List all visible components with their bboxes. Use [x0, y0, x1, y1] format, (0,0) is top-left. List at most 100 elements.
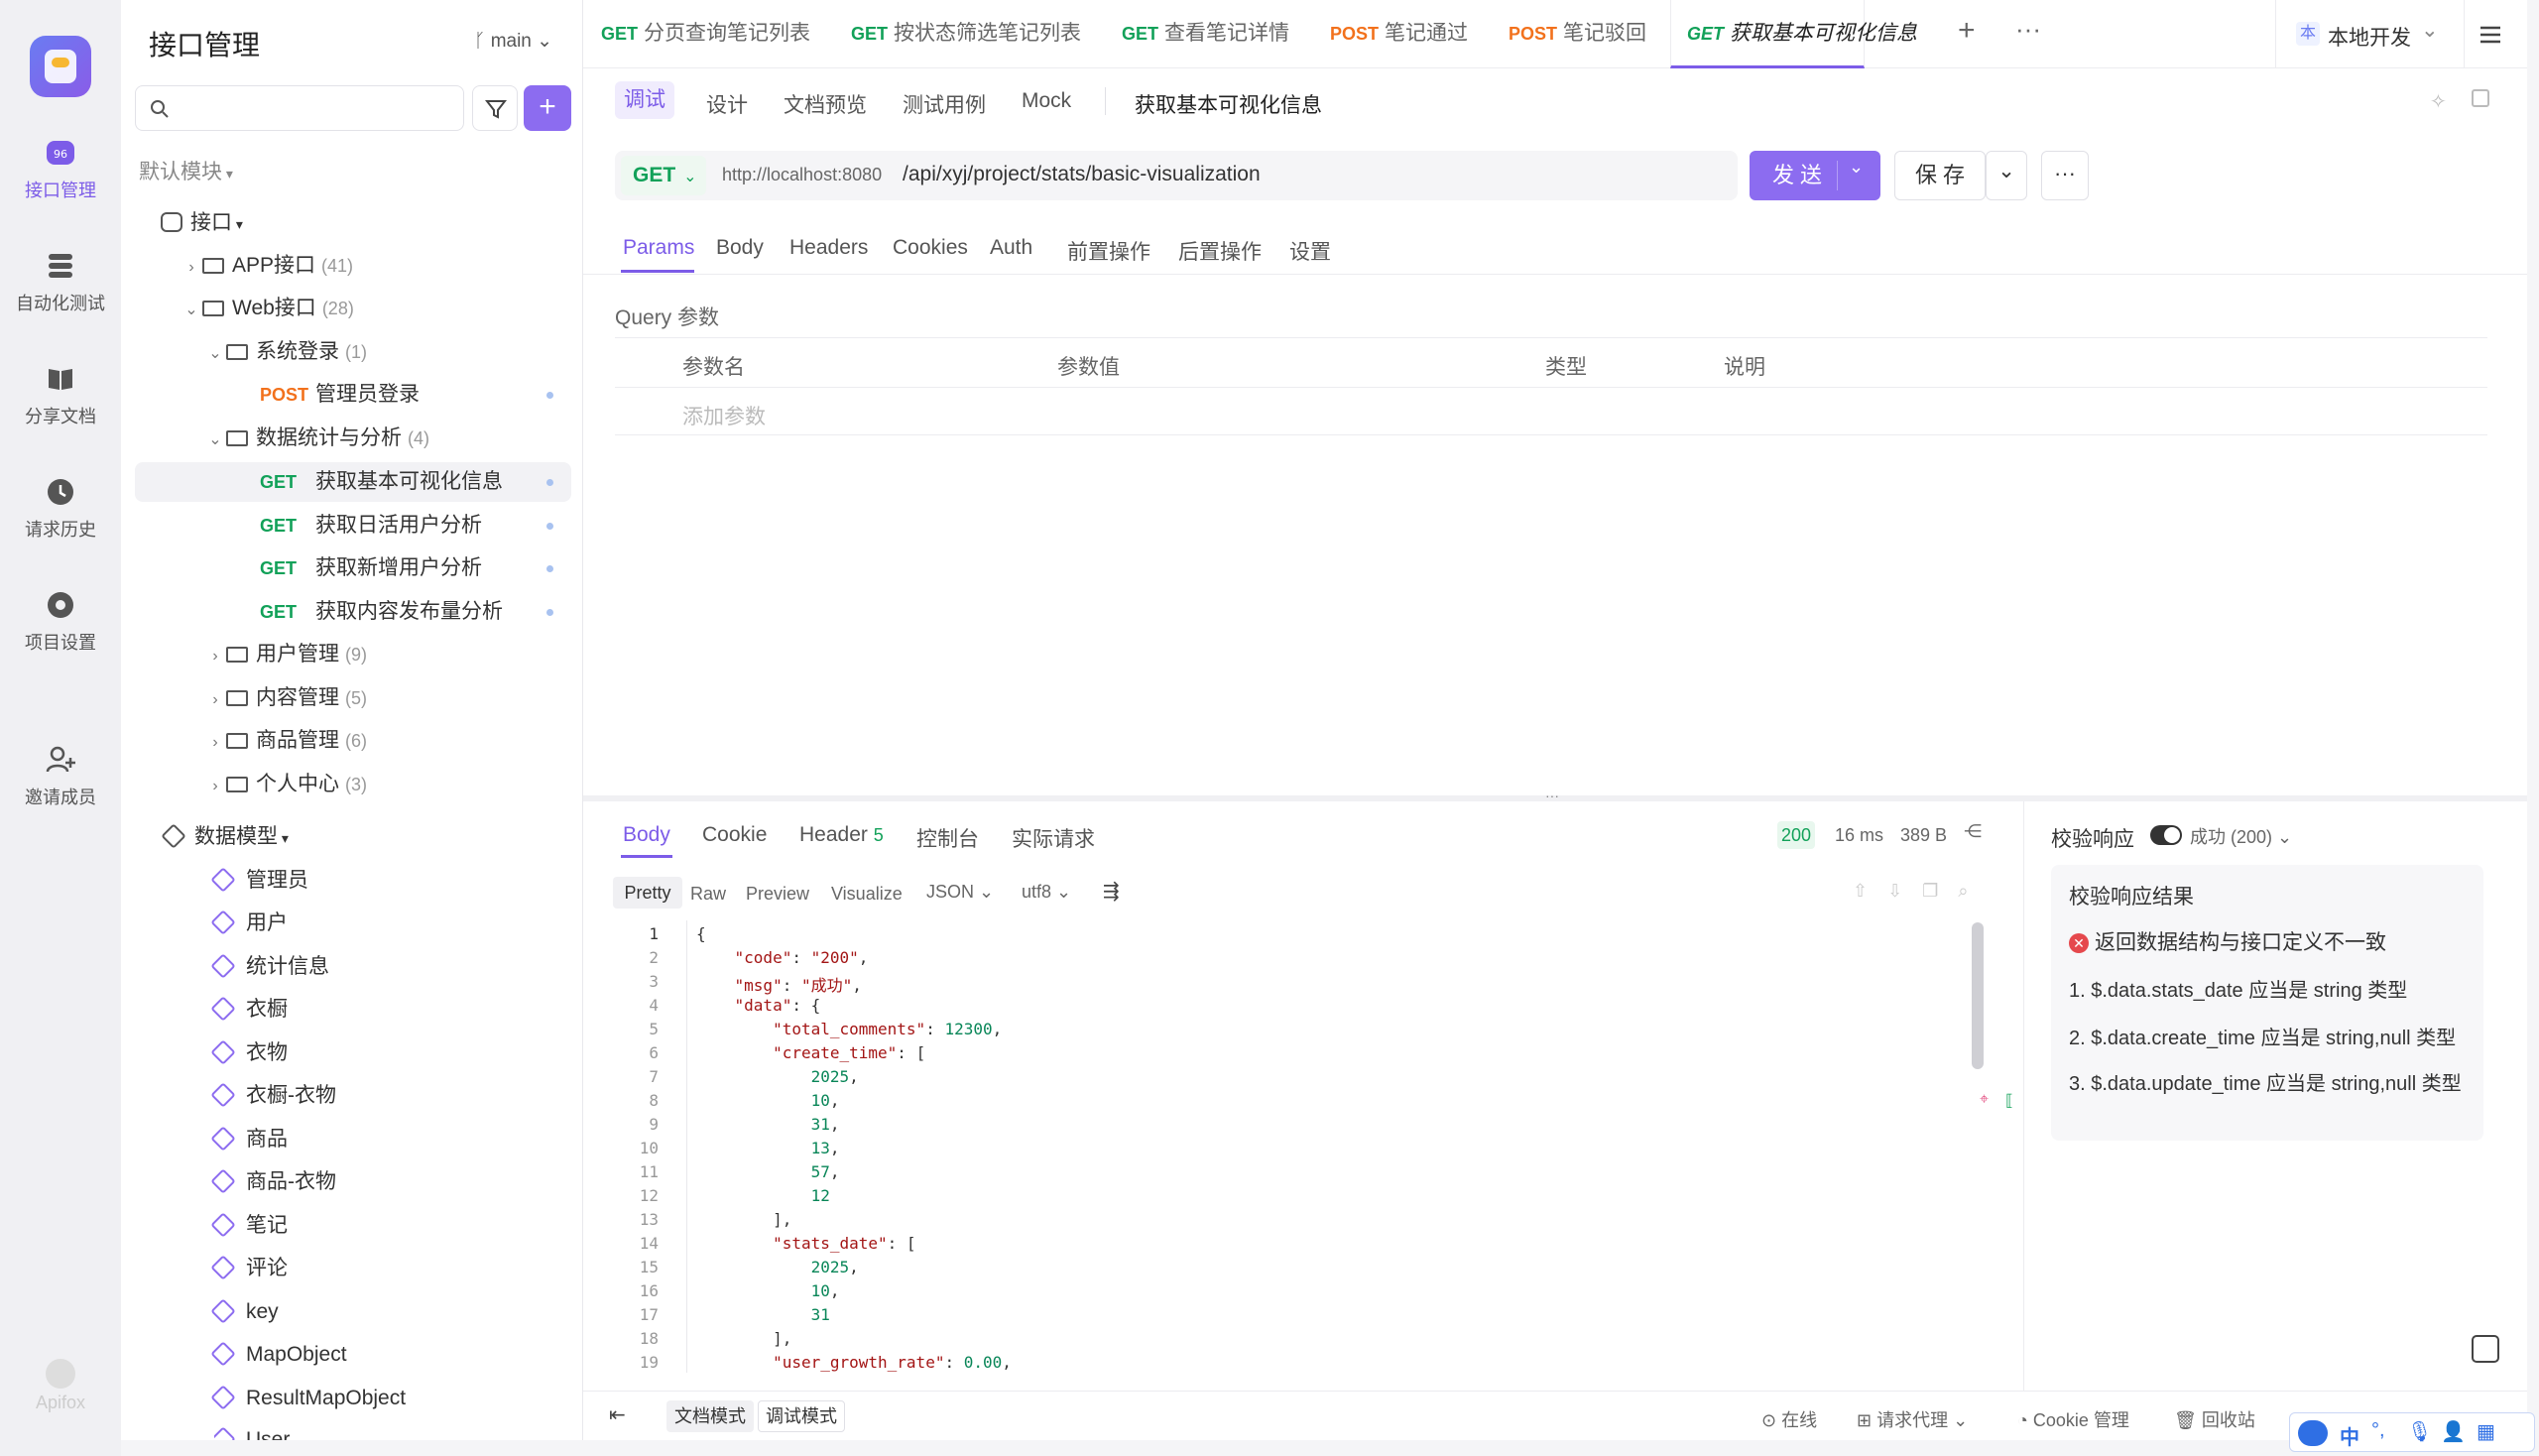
validate-toggle[interactable]: [2150, 825, 2182, 845]
rail-item-invite[interactable]: 邀请成员: [0, 744, 121, 809]
debug-mode-button[interactable]: 调试模式: [758, 1400, 845, 1432]
tree-folder-login[interactable]: ⌄ 系统登录 (1): [204, 332, 367, 372]
view-pretty[interactable]: Pretty: [613, 877, 682, 909]
param-tab-auth[interactable]: Auth: [990, 236, 1032, 260]
tree-folder-users[interactable]: › 用户管理 (9): [204, 635, 367, 674]
model-item[interactable]: 衣橱: [210, 990, 288, 1030]
tab-note-detail[interactable]: GET 查看笔记详情: [1122, 0, 1289, 67]
param-tab-post[interactable]: 后置操作: [1178, 236, 1262, 266]
model-item[interactable]: 管理员: [210, 861, 308, 901]
module-selector[interactable]: 默认模块 ▾: [139, 153, 233, 192]
model-item[interactable]: 衣物: [210, 1033, 288, 1073]
param-tab-cookies[interactable]: Cookies: [893, 236, 968, 260]
model-item[interactable]: 评论: [210, 1249, 288, 1288]
env-selector[interactable]: 本 本地开发 ⌄: [2275, 0, 2440, 68]
model-item[interactable]: ResultMapObject: [210, 1379, 406, 1418]
param-tab-settings[interactable]: 设置: [1289, 236, 1331, 266]
param-tab-pre[interactable]: 前置操作: [1067, 236, 1150, 266]
subtab-design[interactable]: 设计: [706, 89, 748, 119]
collapse-sidebar-icon[interactable]: ⇤: [609, 1402, 626, 1427]
validate-status-select[interactable]: 成功 (200) ⌄: [2190, 823, 2292, 849]
response-body-editor[interactable]: 1 {2 "code": "200", 3 "msg": "成功", 4 "data"…: [599, 920, 1908, 1373]
branch-selector[interactable]: ᚴ main ⌄: [474, 30, 552, 53]
add-button[interactable]: +: [524, 85, 571, 131]
resp-tab-actual-request[interactable]: 实际请求: [1012, 823, 1095, 853]
tree-item-admin-login[interactable]: POST 管理员登录: [135, 375, 571, 415]
model-item[interactable]: 统计信息: [210, 947, 329, 987]
tree-folder-web[interactable]: ⌄ Web接口 (28): [181, 289, 354, 328]
tree-folder-stats[interactable]: ⌄ 数据统计与分析 (4): [204, 419, 429, 458]
tab-note-approve[interactable]: POST 笔记通过: [1330, 0, 1468, 67]
tab-note-reject[interactable]: POST 笔记驳回: [1509, 0, 1646, 67]
response-tools[interactable]: ⇧⇩❐⌕: [1853, 881, 1988, 902]
model-item[interactable]: User: [214, 1420, 290, 1440]
panel-toggle-icon[interactable]: [2472, 89, 2489, 107]
encoding-select[interactable]: utf8 ⌄: [1022, 882, 1071, 903]
rail-item-api[interactable]: 96 接口管理: [0, 137, 121, 202]
param-tab-body[interactable]: Body: [716, 236, 764, 260]
tree-folder-products[interactable]: › 商品管理 (6): [204, 721, 367, 761]
resp-tab-body[interactable]: Body: [623, 823, 670, 847]
doc-mode-button[interactable]: 文档模式: [666, 1400, 754, 1432]
view-raw[interactable]: Raw: [690, 884, 726, 905]
filter-button[interactable]: [472, 85, 518, 131]
model-item[interactable]: 商品-衣物: [210, 1162, 336, 1202]
tree-root[interactable]: 接口 ▾: [161, 203, 243, 243]
magic-icon[interactable]: ✧: [2430, 89, 2447, 114]
recycle-bin-button[interactable]: 🗑 回收站: [2174, 1406, 2255, 1432]
param-tab-params[interactable]: Params: [623, 236, 694, 260]
url-path-input[interactable]: /api/xyj/project/stats/basic-visualizati…: [903, 163, 1261, 186]
online-status[interactable]: ⊙ 在线: [1761, 1406, 1817, 1432]
ime-toolbar[interactable]: 中 °, 🎙 👤 ▦: [2289, 1412, 2535, 1452]
resp-tab-header[interactable]: Header 5: [799, 823, 884, 847]
search-input[interactable]: [135, 85, 464, 131]
add-param-input[interactable]: 添加参数: [682, 401, 766, 430]
model-item[interactable]: 衣橱-衣物: [210, 1076, 336, 1116]
rail-item-automation[interactable]: 自动化测试: [0, 250, 121, 315]
extract-icon[interactable]: ⟦: [2005, 1091, 2013, 1111]
method-select[interactable]: GET ⌄: [621, 156, 706, 195]
menu-button[interactable]: [2464, 0, 2515, 68]
app-logo[interactable]: [30, 36, 91, 97]
view-visualize[interactable]: Visualize: [831, 884, 903, 905]
proxy-button[interactable]: ⊞ 请求代理 ⌄: [1857, 1406, 1968, 1432]
view-preview[interactable]: Preview: [746, 884, 809, 905]
rail-item-settings[interactable]: 项目设置: [0, 589, 121, 655]
tab-note-page[interactable]: GET 分页查询笔记列表: [601, 0, 810, 67]
tab-basic-visualization[interactable]: GET 获取基本可视化信息: [1670, 0, 1917, 68]
share-icon[interactable]: ⋲: [1964, 821, 1982, 842]
send-options-button[interactable]: ⌄: [1849, 157, 1864, 178]
subtab-doc-preview[interactable]: 文档预览: [784, 89, 867, 119]
tree-models-root[interactable]: 数据模型 ▾: [161, 817, 289, 857]
model-item[interactable]: 商品: [210, 1120, 288, 1159]
tree-item-basic-visualization[interactable]: GET 获取基本可视化信息: [135, 462, 571, 502]
param-tab-headers[interactable]: Headers: [789, 236, 868, 260]
tree-item-dau[interactable]: GET 获取日活用户分析: [135, 506, 571, 546]
model-item[interactable]: 用户: [210, 904, 288, 943]
more-tabs-button[interactable]: ···: [2015, 14, 2041, 45]
tree-folder-content[interactable]: › 内容管理 (5): [204, 678, 367, 718]
subtab-test-cases[interactable]: 测试用例: [903, 89, 986, 119]
rail-item-history[interactable]: 请求历史: [0, 476, 121, 542]
subtab-debug[interactable]: 调试: [615, 81, 674, 119]
model-item[interactable]: 笔记: [210, 1206, 288, 1246]
target-icon[interactable]: ⌖: [1980, 1091, 1989, 1109]
wrap-icon[interactable]: ⇶: [1103, 879, 1120, 904]
more-button[interactable]: ···: [2041, 151, 2089, 200]
new-tab-button[interactable]: +: [1958, 14, 1976, 48]
resp-tab-console[interactable]: 控制台: [916, 823, 979, 853]
scrollbar[interactable]: [1972, 922, 1984, 1069]
save-options-button[interactable]: ⌄: [1986, 151, 2027, 200]
subtab-mock[interactable]: Mock: [1022, 89, 1071, 113]
model-item[interactable]: key: [210, 1292, 279, 1332]
tree-folder-profile[interactable]: › 个人中心 (3): [204, 765, 367, 804]
cookie-manager-button[interactable]: ◔ Cookie 管理: [2017, 1406, 2129, 1432]
layout-icon[interactable]: [2472, 1335, 2499, 1363]
tab-note-filter[interactable]: GET 按状态筛选笔记列表: [851, 0, 1081, 67]
resp-tab-cookie[interactable]: Cookie: [702, 823, 767, 847]
save-button[interactable]: 保 存: [1894, 151, 1986, 200]
tree-item-new-users[interactable]: GET 获取新增用户分析: [135, 548, 571, 588]
rail-item-docs[interactable]: 分享文档: [0, 363, 121, 428]
model-item[interactable]: MapObject: [210, 1335, 347, 1375]
tree-folder-app[interactable]: › APP接口 (41): [181, 246, 353, 286]
